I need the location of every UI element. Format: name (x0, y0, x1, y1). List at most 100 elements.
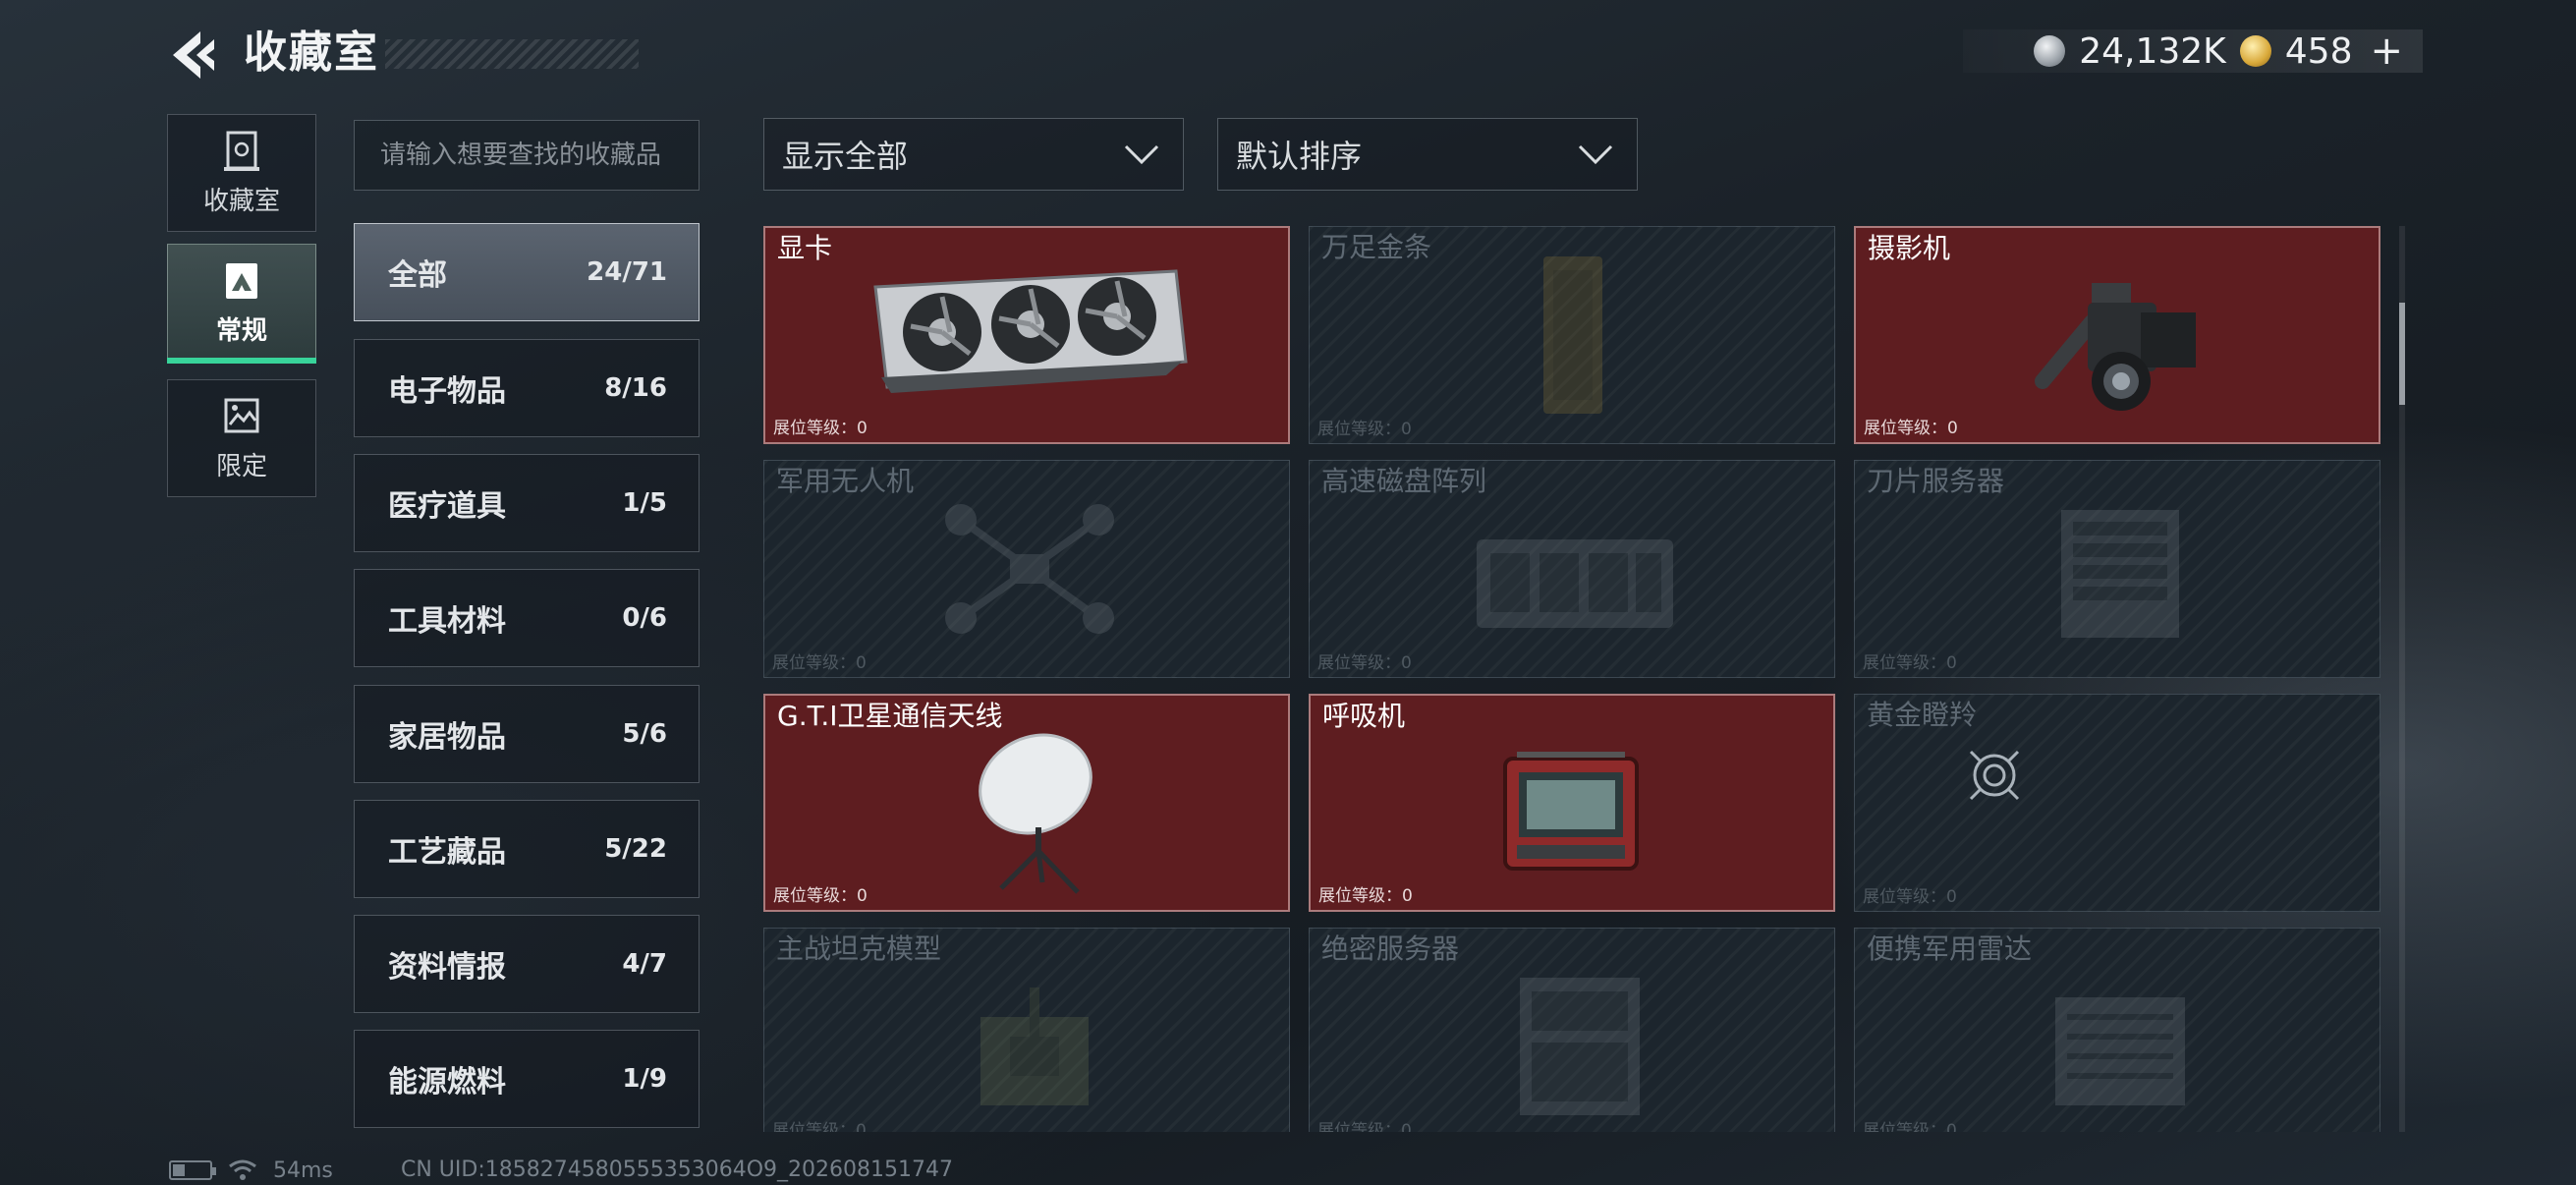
blade-server-icon (2061, 510, 2179, 638)
item-level: 展位等级：0 (1863, 1121, 1957, 1132)
item-name: 万足金条 (1321, 231, 1432, 263)
server-icon (1520, 978, 1640, 1115)
collection-card[interactable]: 黄金瞪羚 展位等级：0 (1854, 694, 2380, 912)
graphics-card-icon (873, 269, 1188, 393)
chevron-down-icon (1578, 144, 1613, 165)
tank-model-icon (980, 988, 1089, 1105)
item-level: 展位等级：0 (1317, 1121, 1412, 1132)
collection-card[interactable]: 摄影机 展位等级：0 (1854, 226, 2380, 444)
locked-target-icon (1969, 750, 2020, 801)
user-uid: CN UID:1858274580555353064O9_20260815174… (401, 1157, 953, 1182)
category-all[interactable]: 全部 24/71 (354, 223, 700, 321)
collection-card[interactable]: 便携军用雷达 展位等级：0 (1854, 928, 2380, 1132)
back-arrow-icon (173, 31, 214, 79)
item-name: 摄影机 (1868, 232, 1951, 264)
display-filter-dropdown[interactable]: 显示全部 (763, 118, 1184, 191)
item-name: 便携军用雷达 (1867, 932, 2033, 965)
sort-dropdown[interactable]: 默认排序 (1217, 118, 1638, 191)
active-tab-indicator (167, 358, 316, 364)
page-title: 收藏室 (244, 28, 379, 78)
title-decoration (385, 39, 639, 69)
category-name: 资料情报 (388, 950, 506, 985)
item-level: 展位等级：0 (773, 886, 868, 906)
item-level: 展位等级：0 (1317, 653, 1412, 673)
silver-coin-icon (2034, 35, 2066, 67)
category-name: 工具材料 (388, 604, 506, 639)
collection-card[interactable]: 刀片服务器 展位等级：0 (1854, 460, 2380, 678)
item-name: 呼吸机 (1322, 700, 1406, 732)
rail-item-regular[interactable]: 常规 (167, 244, 316, 362)
category-tools[interactable]: 工具材料 0/6 (354, 569, 700, 667)
item-name: 刀片服务器 (1867, 465, 2005, 497)
category-energy[interactable]: 能源燃料 1/9 (354, 1030, 700, 1128)
item-level: 展位等级：0 (772, 653, 867, 673)
rail-item-label: 常规 (215, 315, 267, 346)
collection-card[interactable]: G.T.I卫星通信天线 展位等级：0 (763, 694, 1290, 912)
rail-item-label: 限定 (215, 451, 267, 481)
category-count: 5/6 (622, 719, 667, 749)
item-level: 展位等级：0 (1863, 653, 1957, 673)
collection-card[interactable]: 主战坦克模型 展位等级：0 (763, 928, 1290, 1132)
radar-icon (2055, 997, 2185, 1105)
item-name: 主战坦克模型 (776, 932, 942, 965)
collection-card[interactable]: 呼吸机 展位等级：0 (1309, 694, 1835, 912)
display-filter-value: 显示全部 (782, 138, 909, 175)
collection-card[interactable]: 绝密服务器 展位等级：0 (1309, 928, 1835, 1132)
category-count: 1/9 (622, 1064, 667, 1094)
add-currency-button[interactable]: + (2370, 31, 2403, 71)
back-button[interactable] (165, 26, 224, 85)
ping-value: 54ms (273, 1157, 333, 1183)
item-name: 显卡 (777, 232, 833, 264)
gold-bar-icon (1543, 256, 1602, 414)
category-name: 电子物品 (388, 374, 506, 409)
currency-secondary: 458 (2284, 30, 2353, 72)
category-count: 5/22 (604, 834, 667, 864)
sort-value: 默认排序 (1236, 138, 1363, 175)
search-box[interactable] (354, 120, 700, 191)
wifi-icon (229, 1159, 256, 1180)
category-household[interactable]: 家居物品 5/6 (354, 685, 700, 783)
scrollbar-thumb[interactable] (2399, 303, 2405, 405)
collection-card[interactable]: 高速磁盘阵列 展位等级：0 (1309, 460, 1835, 678)
rail-item-limited[interactable]: 限定 (167, 379, 316, 497)
status-bar: 54ms (169, 1156, 333, 1185)
item-level: 展位等级：0 (1317, 420, 1412, 439)
item-name: 绝密服务器 (1321, 932, 1460, 965)
photo-frame-icon (226, 262, 257, 299)
category-crafts[interactable]: 工艺藏品 5/22 (354, 800, 700, 898)
gold-coin-icon (2239, 35, 2271, 67)
category-count: 24/71 (587, 257, 667, 287)
collection-card[interactable]: 军用无人机 展位等级：0 (763, 460, 1290, 678)
collection-grid: 显卡 展位等级：0 万足金条 展位等级：0 摄影机 展位等级：0 军用无人机 展… (763, 226, 2382, 1132)
rail-item-vault[interactable]: 收藏室 (167, 114, 316, 232)
category-name: 能源燃料 (388, 1065, 506, 1100)
category-medical[interactable]: 医疗道具 1/5 (354, 454, 700, 552)
chevron-down-icon (1124, 144, 1159, 165)
item-level: 展位等级：0 (1318, 886, 1413, 906)
collection-card[interactable]: 万足金条 展位等级：0 (1309, 226, 1835, 444)
disk-array-icon (1477, 539, 1673, 628)
item-level: 展位等级：0 (1864, 419, 1958, 438)
satellite-dish-icon (979, 733, 1092, 894)
item-name: 军用无人机 (776, 465, 915, 497)
rail-item-label: 收藏室 (202, 186, 280, 216)
item-name: 高速磁盘阵列 (1321, 465, 1487, 497)
category-name: 工艺藏品 (388, 835, 506, 870)
category-name: 家居物品 (388, 720, 506, 755)
drone-icon (945, 504, 1114, 634)
category-count: 0/6 (622, 603, 667, 633)
item-level: 展位等级：0 (1863, 887, 1957, 907)
currency-primary: 24,132K (2079, 30, 2226, 72)
currency-bar: 24,132K 458 + (1963, 29, 2423, 73)
item-level: 展位等级：0 (773, 419, 868, 438)
search-input[interactable] (380, 121, 673, 190)
category-count: 8/16 (604, 373, 667, 403)
category-intel[interactable]: 资料情报 4/7 (354, 915, 700, 1013)
collection-card[interactable]: 显卡 展位等级：0 (763, 226, 1290, 444)
category-electronics[interactable]: 电子物品 8/16 (354, 339, 700, 437)
category-name: 全部 (388, 258, 447, 293)
vault-icon (224, 131, 259, 171)
video-camera-icon (2035, 283, 2196, 411)
limited-picture-icon (224, 398, 259, 432)
ventilator-icon (1503, 752, 1639, 871)
